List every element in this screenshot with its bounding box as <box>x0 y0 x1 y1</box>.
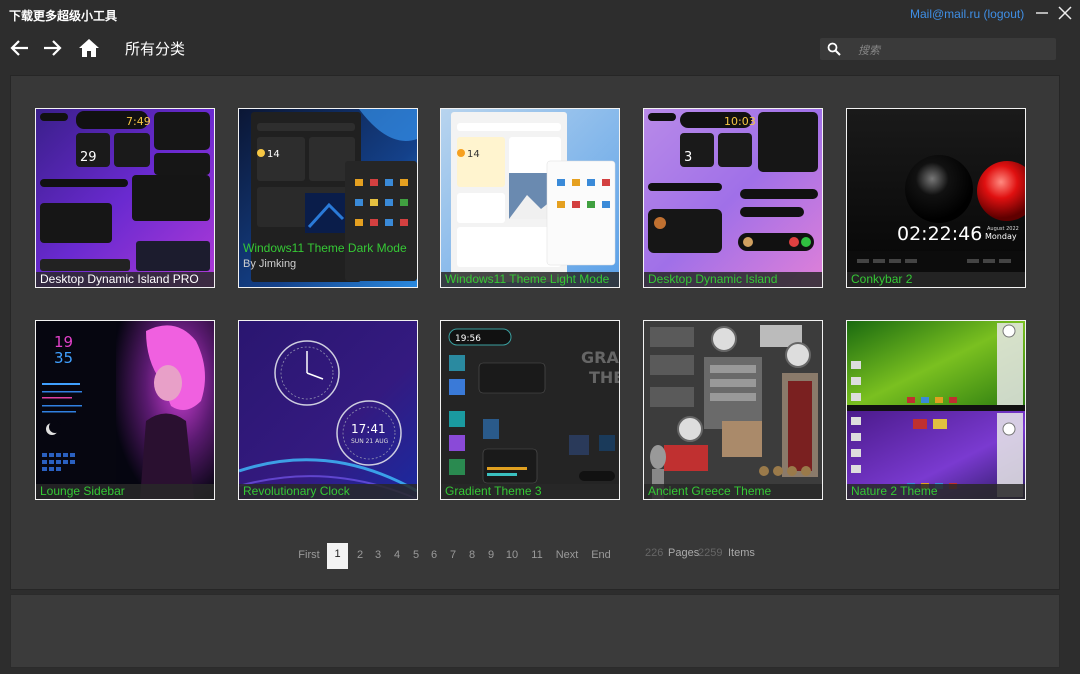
app-title: 下载更多超级小工具 <box>9 9 118 23</box>
clock-readout: 02:22:46 <box>897 223 982 245</box>
gadget-tile[interactable]: 02:22:46 August 2022 Monday Conkybar 2 <box>846 108 1026 288</box>
gadget-thumbnail <box>847 321 1025 499</box>
clock-readout: 7:49 <box>126 115 151 128</box>
tile-title: Gradient Theme 3 <box>445 484 542 498</box>
page-link[interactable]: 10 <box>504 545 520 571</box>
home-button[interactable] <box>77 36 103 62</box>
weather-temperature: 14 <box>467 149 480 160</box>
tile-title: Desktop Dynamic Island PRO <box>40 272 199 286</box>
gadget-tile[interactable]: 14 By Jimking Windows11 Theme Dark Mode <box>238 108 418 288</box>
tile-title: Nature 2 Theme <box>851 484 938 498</box>
clock-readout: 19:56 <box>455 334 481 344</box>
clock-readout: 10:03 <box>724 115 756 128</box>
clock-readout: 17:41 <box>351 422 386 436</box>
gadget-thumbnail: 7:49 29 <box>36 109 214 287</box>
weather-temperature: 14 <box>267 149 280 160</box>
theme-wordmark-2: THE <box>589 368 619 387</box>
page-link-current[interactable]: 1 <box>327 543 348 569</box>
minimize-icon <box>1036 12 1048 14</box>
page-link[interactable]: 9 <box>485 545 497 571</box>
title-bar: 下载更多超级小工具 Mail@mail.ru (logout) <box>0 0 1080 30</box>
tile-title: Ancient Greece Theme <box>648 484 772 498</box>
gadget-thumbnail: 17:41 SUN 21 AUG <box>239 321 417 499</box>
arrow-left-icon <box>10 40 28 56</box>
gadget-tile[interactable]: Nature 2 Theme <box>846 320 1026 500</box>
close-icon <box>1058 6 1072 20</box>
calendar-day: 29 <box>80 150 97 165</box>
home-icon <box>79 39 99 57</box>
calendar-day: 3 <box>684 150 692 165</box>
gadget-thumbnail: 02:22:46 August 2022 Monday <box>847 109 1025 287</box>
nav-bar: 所有分类 <box>0 30 1080 70</box>
search-icon <box>827 42 841 56</box>
first-page-link[interactable]: First <box>298 545 320 571</box>
page-link[interactable]: 2 <box>354 545 366 571</box>
tile-author: By Jimking <box>243 258 297 270</box>
gadget-thumbnail: 14 <box>441 109 619 287</box>
clock-date: SUN 21 AUG <box>351 438 389 445</box>
page-link[interactable]: 3 <box>372 545 384 571</box>
pages-label: Pages <box>668 547 700 559</box>
close-button[interactable] <box>1053 4 1077 26</box>
page-title: 所有分类 <box>125 40 186 58</box>
gadget-thumbnail <box>644 321 822 499</box>
total-pages-count: 226 <box>645 547 664 559</box>
tile-title: Revolutionary Clock <box>243 484 350 498</box>
page-link[interactable]: 8 <box>466 545 478 571</box>
page-link[interactable]: 5 <box>410 545 422 571</box>
clock-minute: 35 <box>54 349 73 367</box>
gadget-thumbnail: 10:03 3 <box>644 109 822 287</box>
next-page-link[interactable]: Next <box>555 545 579 571</box>
gadget-tile[interactable]: 19 35 Lounge Sidebar <box>35 320 215 500</box>
back-button[interactable] <box>8 36 34 62</box>
page-link[interactable]: 11 <box>529 545 545 571</box>
page-link[interactable]: 4 <box>391 545 403 571</box>
minimize-button[interactable] <box>1030 4 1054 26</box>
last-page-link[interactable]: End <box>591 545 611 571</box>
tile-title: Desktop Dynamic Island <box>648 272 778 286</box>
tile-title: Windows11 Theme Light Mode <box>445 272 610 286</box>
total-items-count: 2259 <box>698 547 723 559</box>
items-label: Items <box>728 547 755 559</box>
search-box[interactable] <box>820 38 1056 60</box>
page-link[interactable]: 6 <box>428 545 440 571</box>
tile-title: Windows11 Theme Dark Mode <box>243 241 407 255</box>
forward-button[interactable] <box>40 36 66 62</box>
gadget-tile[interactable]: Ancient Greece Theme <box>643 320 823 500</box>
page-link[interactable]: 7 <box>447 545 459 571</box>
tile-title: Lounge Sidebar <box>40 484 125 498</box>
gadget-tile[interactable]: 17:41 SUN 21 AUG Revolutionary Clock <box>238 320 418 500</box>
date-weekday: Monday <box>985 232 1017 241</box>
arrow-right-icon <box>44 40 62 56</box>
theme-wordmark: GRAD <box>581 348 619 367</box>
gadget-thumbnail: 19:56 GRAD THE <box>441 321 619 499</box>
pagination: First 1 2 3 4 5 6 7 8 9 10 11 Next End 2… <box>0 543 1080 571</box>
search-input[interactable] <box>856 40 1050 60</box>
gadget-tile[interactable]: 19:56 GRAD THE Gradient Theme 3 <box>440 320 620 500</box>
account-logout-link[interactable]: Mail@mail.ru (logout) <box>910 7 1024 21</box>
gadget-tile[interactable]: 10:03 3 Desktop Dynamic Island <box>643 108 823 288</box>
details-panel <box>10 594 1060 668</box>
tile-title: Conkybar 2 <box>851 272 913 286</box>
gadget-tile[interactable]: 7:49 29 Desktop Dynamic Island PRO <box>35 108 215 288</box>
gadget-thumbnail: 19 35 <box>36 321 214 499</box>
gadget-tile[interactable]: 14 Windows11 Theme Light Mode <box>440 108 620 288</box>
